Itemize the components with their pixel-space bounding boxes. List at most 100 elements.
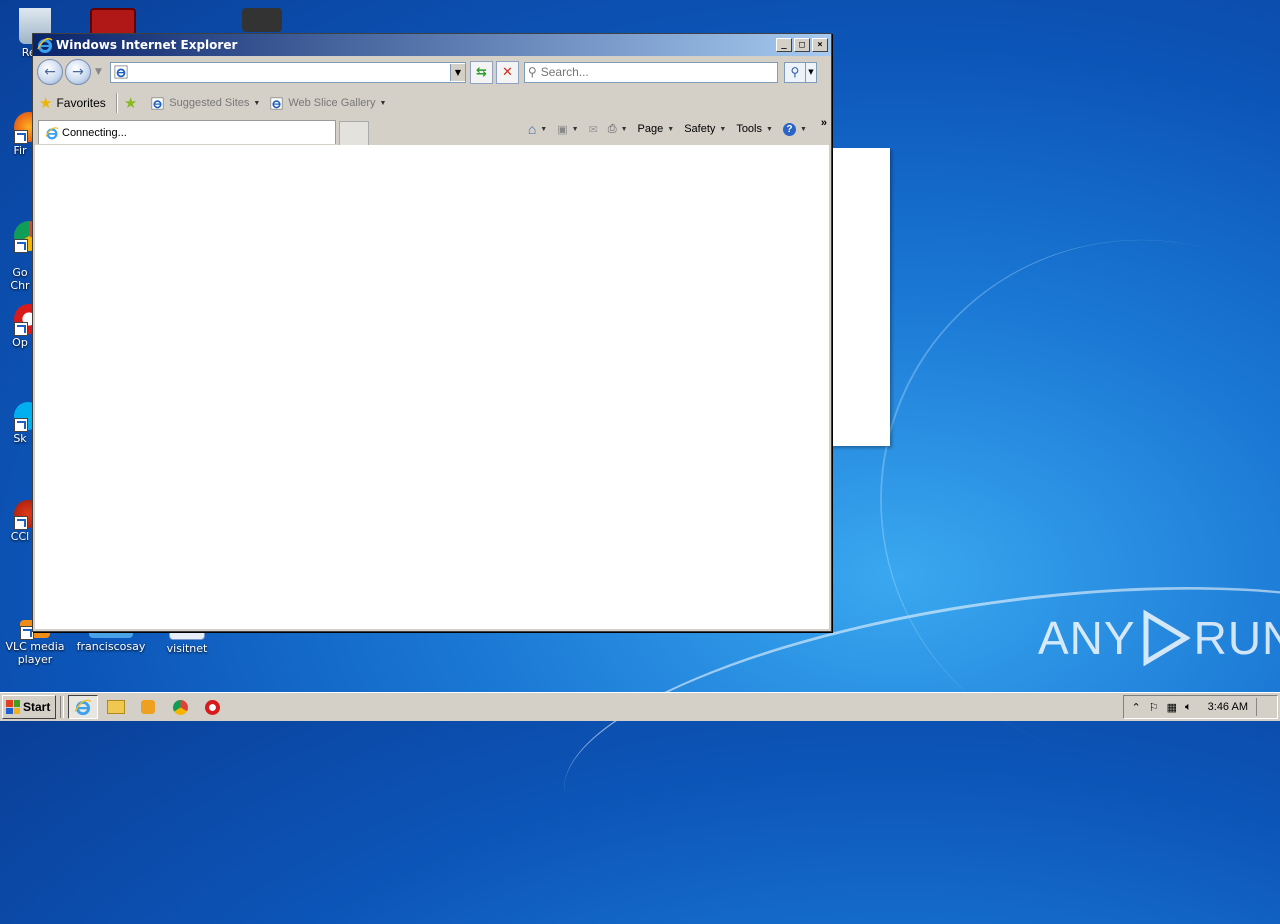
search-icon: ⚲ xyxy=(527,65,537,79)
print-button[interactable]: ⎙ ▼ xyxy=(608,123,628,136)
new-tab-button[interactable] xyxy=(339,121,369,145)
command-bar: ⌂ ▼ ▣ ▼ ✉ ⎙ ▼ Page ▼ Safety ▼ Tools ▼ ? ▼ » xyxy=(518,117,827,137)
tab-label: Connecting... xyxy=(62,126,127,139)
window-title: Windows Internet Explorer xyxy=(56,38,238,52)
fav-item-web-slice-gallery[interactable]: Web Slice Gallery ▼ xyxy=(270,96,387,110)
desktop-icon-label: VLC media player xyxy=(5,640,65,666)
taskbar-opera-button[interactable] xyxy=(198,696,226,718)
background-window xyxy=(830,148,890,446)
taskbar-chrome-button[interactable] xyxy=(166,696,194,718)
close-button[interactable]: × xyxy=(812,38,828,52)
show-hidden-icons-chevron-icon[interactable]: ⌃ xyxy=(1132,701,1141,714)
back-arrow-icon: ← xyxy=(44,64,56,80)
shortcut-arrow-icon xyxy=(14,322,28,336)
desktop-icon-label: Go Chr xyxy=(10,266,30,292)
ie-logo-icon xyxy=(74,699,92,716)
taskbar-explorer-button[interactable] xyxy=(102,696,130,718)
back-button[interactable]: ← xyxy=(37,59,63,85)
shortcut-arrow-icon xyxy=(14,418,28,432)
chevron-down-icon: ▼ xyxy=(620,125,628,133)
clock[interactable]: 3:46 AM xyxy=(1208,701,1248,713)
watermark-text-left: ANY xyxy=(1038,612,1136,664)
desktop-icon-app[interactable] xyxy=(242,8,282,34)
mail-icon: ✉ xyxy=(588,123,598,136)
chevron-down-icon: ▼ xyxy=(379,99,387,107)
start-button[interactable]: Start xyxy=(2,695,57,719)
stop-icon: ✕ xyxy=(501,64,513,80)
read-mail-button[interactable]: ✉ xyxy=(589,123,598,136)
add-to-favorites-bar-button[interactable]: ★ xyxy=(124,94,141,112)
divider xyxy=(60,696,65,718)
rss-icon: ▣ xyxy=(557,123,568,136)
chevron-down-icon: ▼ xyxy=(799,125,807,133)
search-input[interactable] xyxy=(536,63,777,81)
divider xyxy=(115,93,118,113)
feeds-button[interactable]: ▣ ▼ xyxy=(557,123,578,136)
favorites-label: Favorites xyxy=(56,96,106,110)
fav-item-label: Suggested Sites xyxy=(169,97,250,109)
title-bar[interactable]: Windows Internet Explorer _ □ × xyxy=(33,34,831,56)
app-icon xyxy=(242,8,282,32)
page-menu[interactable]: Page ▼ xyxy=(638,123,675,135)
stop-button[interactable]: ✕ xyxy=(495,60,519,84)
address-input[interactable] xyxy=(127,63,450,81)
home-icon: ⌂ xyxy=(527,121,537,137)
page-menu-label: Page xyxy=(637,123,664,135)
taskbar-media-player-button[interactable] xyxy=(134,696,162,718)
safety-menu[interactable]: Safety ▼ xyxy=(684,123,726,135)
opera-icon xyxy=(204,699,220,715)
home-button[interactable]: ⌂ ▼ xyxy=(528,121,547,137)
taskbar: Start ⌃ ⚐ ▦ 🔈︎ 3:46 AM xyxy=(0,692,1280,721)
favorites-button[interactable]: ★ Favorites xyxy=(39,94,106,112)
desktop-icon-label: Fir xyxy=(13,144,27,157)
fav-item-suggested-sites[interactable]: Suggested Sites ▼ xyxy=(151,96,261,110)
search-options-dropdown[interactable]: ▼ xyxy=(805,61,817,83)
action-center-flag-icon[interactable]: ⚐ xyxy=(1149,701,1159,714)
search-button[interactable]: ⚲ xyxy=(783,61,806,83)
refresh-button[interactable]: ⇆ xyxy=(469,60,493,84)
show-desktop-button[interactable] xyxy=(1256,698,1269,716)
chevron-down-icon: ▼ xyxy=(571,125,579,133)
page-content-area[interactable] xyxy=(35,145,829,629)
chevron-down-icon: ▼ xyxy=(253,99,261,107)
history-dropdown-icon[interactable]: ▼ xyxy=(95,67,102,77)
safety-menu-label: Safety xyxy=(684,123,716,135)
play-logo-icon xyxy=(1143,610,1190,666)
system-tray: ⌃ ⚐ ▦ 🔈︎ 3:46 AM xyxy=(1122,695,1278,719)
page-ie-icon xyxy=(114,65,128,79)
volume-icon[interactable]: 🔈︎ xyxy=(1185,701,1192,714)
ie-page-icon xyxy=(270,96,283,110)
tab-connecting[interactable]: Connecting... xyxy=(38,120,336,144)
forward-button[interactable]: → xyxy=(65,59,91,85)
windows-logo-icon xyxy=(6,700,20,714)
media-player-icon xyxy=(141,700,156,714)
network-icon[interactable]: ▦ xyxy=(1167,701,1177,714)
desktop-icon-label: visitnet xyxy=(166,642,208,655)
help-button[interactable]: ? ▼ xyxy=(782,122,807,136)
more-commands-chevron-icon[interactable]: » xyxy=(821,117,827,129)
anyrun-watermark: ANY RUN xyxy=(1038,610,1280,666)
address-bar[interactable]: ▼ xyxy=(109,61,466,83)
start-label: Start xyxy=(23,700,51,714)
chevron-down-icon: ▼ xyxy=(540,125,548,133)
address-dropdown-button[interactable]: ▼ xyxy=(449,63,465,81)
taskbar-ie-button[interactable] xyxy=(68,695,99,719)
navigation-bar: ← → ▼ ▼ ⇆ ✕ ⚲ ⚲ ▼ xyxy=(33,56,831,88)
desktop-icon-label: Op xyxy=(12,336,28,349)
acrobat-icon xyxy=(90,8,136,36)
tools-menu-label: Tools xyxy=(736,123,762,135)
tools-menu[interactable]: Tools ▼ xyxy=(736,123,773,135)
folder-icon xyxy=(107,700,126,714)
favorites-bar: ★ Favorites ★ Suggested Sites ▼ Web Slic… xyxy=(33,88,831,118)
tab-row: Connecting... ⌂ ▼ ▣ ▼ ✉ ⎙ ▼ Page ▼ Safety ▼ T… xyxy=(33,117,831,145)
star-icon: ★ xyxy=(39,95,53,112)
ie-logo-icon xyxy=(37,37,53,53)
printer-icon: ⎙ xyxy=(607,122,617,135)
refresh-icon: ⇆ xyxy=(475,64,487,80)
watermark-text-right: RUN xyxy=(1193,612,1280,664)
ie-page-icon xyxy=(151,96,164,110)
search-box[interactable]: ⚲ xyxy=(523,61,778,83)
fav-item-label: Web Slice Gallery xyxy=(288,97,376,109)
minimize-button[interactable]: _ xyxy=(776,38,792,52)
maximize-button[interactable]: □ xyxy=(794,38,810,52)
